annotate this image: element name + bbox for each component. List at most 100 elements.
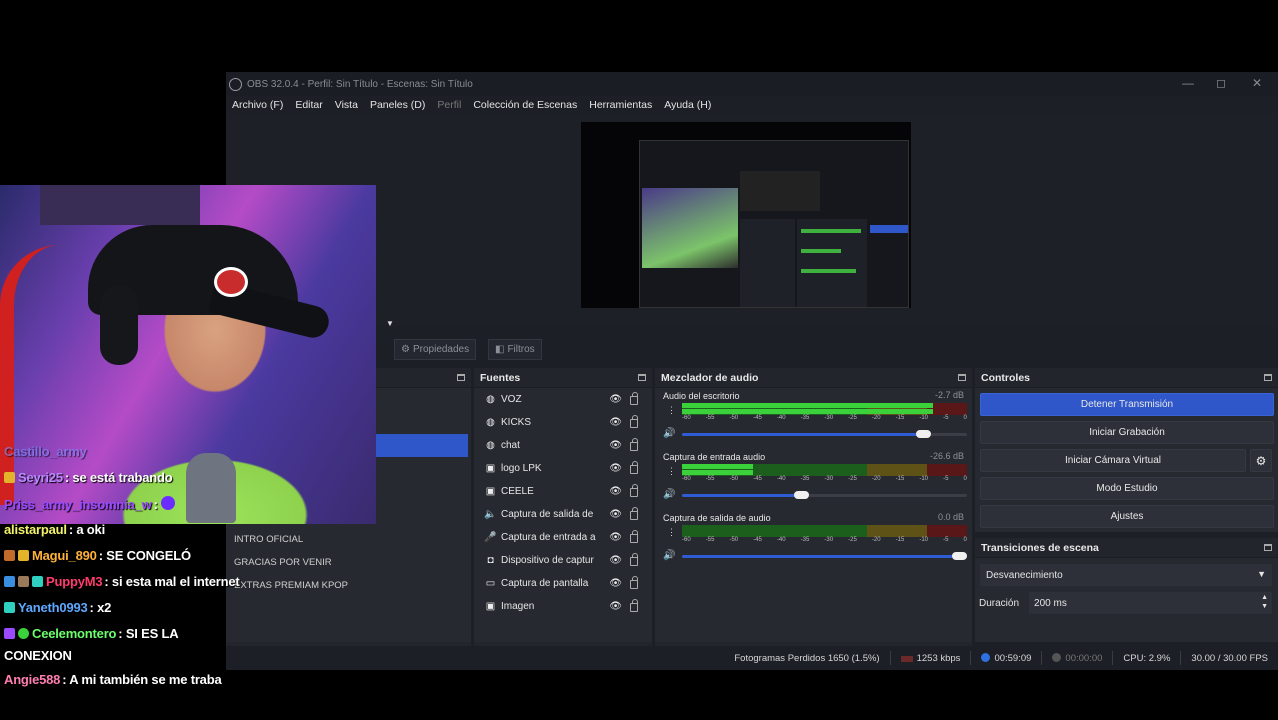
slider-knob[interactable]: [952, 552, 967, 560]
lock-icon[interactable]: [630, 438, 638, 451]
dock-float-icon[interactable]: [457, 374, 465, 381]
visibility-eye-icon[interactable]: 👁: [609, 440, 622, 451]
source-item[interactable]: ▣ Imagen 👁: [474, 595, 652, 618]
properties-button[interactable]: ⚙ Propiedades: [394, 339, 477, 360]
start-virtual-cam-button[interactable]: Iniciar Cámara Virtual: [980, 449, 1246, 472]
dock-float-icon[interactable]: [958, 374, 966, 381]
menu-editar[interactable]: Editar: [295, 99, 322, 111]
settings-button[interactable]: Ajustes: [980, 505, 1274, 528]
menu-archivo[interactable]: Archivo (F): [232, 99, 283, 111]
source-item[interactable]: ◍ chat 👁: [474, 434, 652, 457]
minimize-button[interactable]: —: [1182, 76, 1194, 90]
scale-tick: -20: [871, 415, 881, 421]
visibility-eye-icon[interactable]: 👁: [609, 601, 622, 612]
source-item[interactable]: ▭ Captura de pantalla 👁: [474, 572, 652, 595]
spinner-icon[interactable]: ▲ ▼: [1261, 593, 1268, 611]
channel-db: 0.0 dB: [937, 512, 964, 522]
visibility-eye-icon[interactable]: 👁: [609, 463, 622, 474]
menu-paneles[interactable]: Paneles (D): [370, 99, 425, 111]
scale-tick: -30: [824, 476, 834, 482]
menu-coleccion-escenas[interactable]: Colección de Escenas: [473, 99, 577, 111]
lock-icon[interactable]: [630, 507, 638, 520]
shelf: [40, 185, 200, 225]
bitrate-status: 1253 kbps: [900, 653, 960, 664]
stream-time: 00:59:09: [994, 652, 1032, 664]
rec-status: 00:00:00: [1052, 652, 1102, 664]
transition-select[interactable]: Desvanecimiento ▼: [980, 564, 1272, 586]
slider-knob[interactable]: [793, 491, 809, 499]
duration-input[interactable]: 200 ms ▲ ▼: [1029, 592, 1272, 614]
visibility-eye-icon[interactable]: 👁: [609, 509, 622, 520]
start-recording-button[interactable]: Iniciar Grabación: [980, 421, 1274, 444]
preview-collapse-icon[interactable]: ▼: [386, 319, 394, 328]
camera-icon: ◘: [487, 555, 494, 566]
speaker-icon[interactable]: 🔊: [663, 550, 675, 561]
visibility-eye-icon[interactable]: 👁: [609, 555, 622, 566]
program-preview[interactable]: [581, 122, 911, 308]
channel-name: Audio del escritorio: [663, 391, 740, 401]
menu-perfil[interactable]: Perfil: [437, 99, 461, 111]
scale-tick: -5: [943, 415, 949, 421]
transitions-title: Transiciones de escena: [981, 541, 1099, 554]
speaker-icon[interactable]: 🔊: [663, 428, 675, 439]
lock-icon[interactable]: [630, 461, 638, 474]
source-item[interactable]: 🔈 Captura de salida de 👁: [474, 503, 652, 526]
scale-tick: -45: [753, 415, 762, 421]
virtual-cam-settings-icon[interactable]: ⚙: [1250, 449, 1272, 472]
channel-menu-icon[interactable]: ⋮: [667, 528, 676, 537]
chat-text: : a oki: [68, 522, 105, 537]
chat-username: Ceelemontero: [32, 626, 117, 641]
scale-tick: -5: [943, 476, 949, 482]
visibility-eye-icon[interactable]: 👁: [609, 417, 622, 428]
visibility-eye-icon[interactable]: 👁: [609, 394, 622, 405]
lock-icon[interactable]: [630, 392, 638, 405]
close-button[interactable]: ✕: [1252, 76, 1262, 90]
dropped-frames: Fotogramas Perdidos 1650 (1.5%): [734, 652, 880, 664]
lock-icon[interactable]: [630, 599, 638, 612]
duration-label: Duración: [979, 597, 1020, 609]
image-icon: ▣: [485, 601, 496, 612]
chat-message: Angie588: A mi también se me traba: [4, 672, 222, 687]
visibility-eye-icon[interactable]: 👁: [609, 532, 622, 543]
lock-icon[interactable]: [630, 484, 638, 497]
lock-icon[interactable]: [630, 530, 638, 543]
stop-stream-button[interactable]: Detener Transmisión: [980, 393, 1274, 416]
volume-slider[interactable]: [682, 491, 967, 499]
studio-mode-button[interactable]: Modo Estudio: [980, 477, 1274, 500]
chat-username: Yaneth0993: [18, 600, 88, 615]
volume-meter: [682, 464, 967, 476]
chat-username: PuppyM3: [46, 574, 103, 589]
nested-preview: [639, 140, 909, 308]
menu-herramientas[interactable]: Herramientas: [589, 99, 652, 111]
scale-tick: -40: [776, 415, 786, 421]
lock-icon[interactable]: [630, 553, 638, 566]
nested-meter-2: [801, 249, 841, 253]
scale-tick: -30: [824, 537, 834, 543]
source-item[interactable]: ◘ Dispositivo de captur 👁: [474, 549, 652, 572]
source-item[interactable]: 🎤 Captura de entrada a 👁: [474, 526, 652, 549]
source-item[interactable]: ◍ VOZ 👁: [474, 388, 652, 411]
maximize-button[interactable]: ◻: [1216, 76, 1226, 90]
filters-button[interactable]: ◧ Filtros: [488, 339, 542, 360]
source-item[interactable]: ▣ CEELE 👁: [474, 480, 652, 503]
menu-vista[interactable]: Vista: [335, 99, 358, 111]
source-item[interactable]: ◍ KICKS 👁: [474, 411, 652, 434]
speaker-icon[interactable]: 🔊: [663, 489, 675, 500]
menu-ayuda[interactable]: Ayuda (H): [664, 99, 711, 111]
lock-icon[interactable]: [630, 576, 638, 589]
badge-icon: [32, 576, 43, 587]
dock-float-icon[interactable]: [1264, 544, 1272, 551]
source-item[interactable]: ▣ logo LPK 👁: [474, 457, 652, 480]
dock-float-icon[interactable]: [1264, 374, 1272, 381]
volume-slider[interactable]: [682, 430, 967, 438]
dock-float-icon[interactable]: [638, 374, 646, 381]
transitions-dock-header: Transiciones de escena: [975, 538, 1278, 558]
visibility-eye-icon[interactable]: 👁: [609, 486, 622, 497]
channel-menu-icon[interactable]: ⋮: [667, 406, 676, 415]
status-bar: Fotogramas Perdidos 1650 (1.5%) 1253 kbp…: [226, 646, 1278, 670]
channel-menu-icon[interactable]: ⋮: [667, 467, 676, 476]
visibility-eye-icon[interactable]: 👁: [609, 578, 622, 589]
volume-slider[interactable]: [682, 552, 967, 560]
slider-knob[interactable]: [916, 430, 932, 438]
lock-icon[interactable]: [630, 415, 638, 428]
